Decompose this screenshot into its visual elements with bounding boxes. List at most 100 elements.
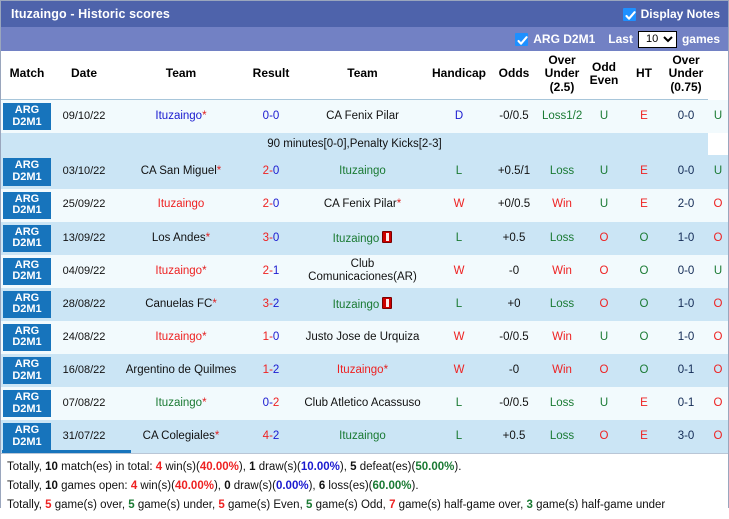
cell-team-home[interactable]: Canuelas FC* [115,287,247,321]
window-titlebar: Ituzaingo - Historic scores Display Note… [1,1,728,27]
cell-league-badge[interactable]: ARG D2M1 [1,155,53,189]
cell-team-home[interactable]: Ituzaingo* [115,387,247,421]
summary-line-open: Totally, 10 games open: 4 win(s)(40.00%)… [7,477,722,496]
cell-team-home[interactable]: Ituzaingo [115,188,247,222]
cell-team-home[interactable]: CA Colegiales* [115,420,247,454]
cell-odd-even: E [624,188,664,222]
column-header-9[interactable]: HT [624,51,664,101]
summary-line-open-seg-13: 60.00% [372,479,412,492]
summary-line-overunder-seg-6: game(s) Even, [224,498,306,511]
cell-team-away[interactable]: Ituzaingo [295,287,430,321]
cell-odds: Loss [540,387,584,421]
league-filter-label[interactable]: ARG D2M1 [533,32,595,46]
cell-team-home[interactable]: Argentino de Quilmes [115,353,247,388]
cell-league-badge[interactable]: ARG D2M1 [1,387,53,421]
summary-line-overunder: Totally, 5 game(s) over, 5 game(s) under… [7,496,722,515]
cell-odd-even-value: O [639,264,649,277]
cell-league-badge[interactable]: ARG D2M1 [1,188,53,222]
cell-over-under-075-value: U [713,264,723,277]
cell-team-away[interactable]: Ituzaingo* [295,353,430,388]
match-date: 31/07/22 [62,430,106,443]
cell-handicap-value: +0.5 [502,430,526,443]
cell-team-away[interactable]: Club Comunicaciones(AR) [295,254,430,288]
cell-result[interactable]: 1-2 [247,353,295,388]
match-date: 13/09/22 [62,231,106,244]
cell-result[interactable]: 3-0 [247,221,295,255]
table-row[interactable]: ARG D2M1 07/08/22 Ituzaingo* 0-2 Club Atleti… [1,387,728,421]
cell-result[interactable]: 2-1 [247,254,295,288]
display-notes-checkbox[interactable] [622,7,636,21]
cell-date: 24/08/22 [53,320,115,354]
column-header-7[interactable]: Over Under (2.5) [540,51,584,101]
cell-over-under-075-value: U [713,165,723,178]
cell-team-home[interactable]: Ituzaingo* [115,320,247,354]
cell-team-away[interactable]: Justo Jose de Urquiza [295,320,430,354]
cell-team-away[interactable]: Ituzaingo [295,420,430,454]
cell-outcome: L [430,420,488,454]
table-row[interactable]: ARG D2M1 13/09/22 Los Andes* 3-0 Ituzaingo L +… [1,221,728,255]
cell-team-away[interactable]: Ituzaingo [295,221,430,255]
table-row[interactable]: ARG D2M1 16/08/22 Argentino de Quilmes 1-2 I… [1,353,728,388]
column-header-2[interactable]: Team [115,51,247,101]
cell-result[interactable]: 0-0 [247,99,295,134]
cell-team-away[interactable]: Club Atletico Acassuso [295,387,430,421]
match-count-select[interactable]: 510152030 [637,30,677,48]
column-header-3[interactable]: Result [247,51,295,101]
league-filter-checkbox[interactable] [515,32,529,46]
cell-league-badge[interactable]: ARG D2M1 [1,353,53,388]
cell-team-home[interactable]: Los Andes* [115,221,247,255]
cell-team-away[interactable]: CA Fenix Pilar [295,99,430,134]
cell-over-under-25: U [584,188,624,222]
cell-odds: Loss [540,420,584,454]
home-advantage-star: * [202,110,207,123]
cell-league-badge[interactable]: ARG D2M1 [1,254,53,288]
cell-result[interactable]: 3-2 [247,287,295,321]
cell-result[interactable]: 1-0 [247,320,295,354]
summary-line-open-seg-2: games open: [57,479,131,492]
cell-over-under-075-value: O [713,397,723,409]
note-row: 90 minutes[0-0],Penalty Kicks[2-3] [1,133,728,156]
cell-note: 90 minutes[0-0],Penalty Kicks[2-3] [1,133,708,156]
cell-handicap: +0.5 [488,420,540,454]
cell-over-under-075-value: O [713,363,723,376]
table-row[interactable]: ARG D2M1 04/09/22 Ituzaingo* 2-1 Club Comuni… [1,254,728,288]
column-header-4[interactable]: Team [295,51,430,101]
cell-league-badge[interactable]: ARG D2M1 [1,287,53,321]
cell-team-away[interactable]: CA Fenix Pilar* [295,188,430,222]
cell-result[interactable]: 2-0 [247,155,295,189]
cell-result[interactable]: 2-0 [247,188,295,222]
table-row[interactable]: ARG D2M1 31/07/22 CA Colegiales* 4-2 Ituzain… [1,420,728,454]
cell-league-badge[interactable]: ARG D2M1 [1,99,53,134]
table-row[interactable]: ARG D2M1 25/09/22 Ituzaingo 2-0 CA Fenix Pil… [1,188,728,222]
cell-handicap-value: -0 [508,363,520,376]
cell-odds: Loss1/2 [540,99,584,134]
cell-league-badge[interactable]: ARG D2M1 [1,420,53,454]
display-notes-label[interactable]: Display Notes [641,7,720,21]
table-row[interactable]: ARG D2M1 09/10/22 Ituzaingo* 0-0 CA Fenix Pi… [1,99,728,134]
cell-result[interactable]: 0-2 [247,387,295,421]
column-header-1[interactable]: Date [53,51,115,101]
cell-handicap-value: +0.5 [502,231,526,244]
cell-team-away[interactable]: Ituzaingo [295,155,430,189]
table-row[interactable]: ARG D2M1 28/08/22 Canuelas FC* 3-2 Ituzaingo… [1,287,728,321]
table-row[interactable]: ARG D2M1 24/08/22 Ituzaingo* 1-0 Justo Jose … [1,320,728,354]
cell-half-time-value: 1-0 [677,297,695,310]
cell-team-home[interactable]: Ituzaingo* [115,254,247,288]
score-away: 0 [272,198,280,211]
table-row[interactable]: ARG D2M1 03/10/22 CA San Miguel* 2-0 Ituzain… [1,155,728,189]
column-header-0[interactable]: Match [1,51,53,101]
column-header-5[interactable]: Handicap [430,51,488,101]
cell-league-badge[interactable]: ARG D2M1 [1,320,53,354]
cell-team-home[interactable]: Ituzaingo* [115,99,247,134]
score-away: 0 [272,330,280,343]
column-header-6[interactable]: Odds [488,51,540,101]
cell-team-home[interactable]: CA San Miguel* [115,155,247,189]
cell-date: 28/08/22 [53,287,115,321]
score-away: 2 [272,363,280,376]
cell-half-time: 1-0 [664,320,708,354]
column-header-10[interactable]: Over Under (0.75) [664,51,708,101]
cell-league-badge[interactable]: ARG D2M1 [1,221,53,255]
cell-result[interactable]: 4-2 [247,420,295,454]
column-header-8[interactable]: Odd Even [584,51,624,101]
cell-over-under-25: U [584,320,624,354]
